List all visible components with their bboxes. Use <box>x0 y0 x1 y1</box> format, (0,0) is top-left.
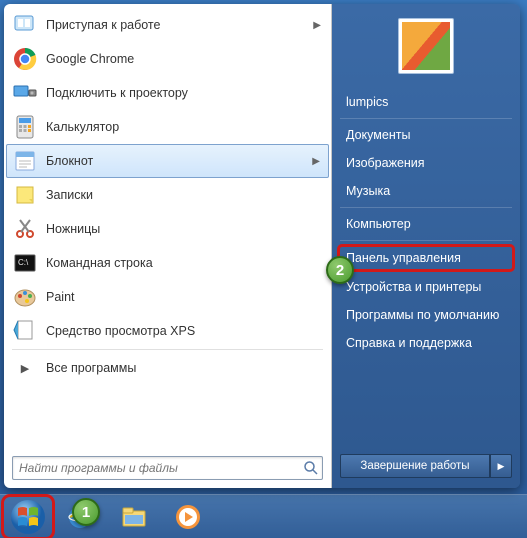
app-label: Записки <box>46 188 93 202</box>
right-item-devices-printers[interactable]: Устройства и принтеры <box>332 273 520 301</box>
submenu-arrow-icon: ▶ <box>312 156 320 167</box>
svg-text:C:\: C:\ <box>18 258 29 267</box>
annotation-badge-1: 1 <box>72 498 100 526</box>
app-notepad[interactable]: Блокнот ▶ <box>6 144 329 178</box>
app-getting-started[interactable]: Приступая к работе ▶ <box>6 8 329 42</box>
separator <box>12 349 323 350</box>
paint-icon <box>12 284 38 310</box>
app-connect-projector[interactable]: Подключить к проектору <box>6 76 329 110</box>
app-label: Google Chrome <box>46 52 134 66</box>
app-label: Подключить к проектору <box>46 86 188 100</box>
shutdown-options-button[interactable]: ▶ <box>490 454 512 478</box>
all-programs-label: Все программы <box>46 361 136 375</box>
right-item-music[interactable]: Музыка <box>332 177 520 205</box>
app-label: Приступая к работе <box>46 18 160 32</box>
search-icon <box>303 460 319 476</box>
taskbar-item-media-player[interactable] <box>162 499 214 535</box>
shutdown-area: Завершение работы ▶ <box>340 454 512 478</box>
submenu-arrow-icon: ▶ <box>313 20 321 31</box>
right-item-user[interactable]: lumpics <box>332 88 520 116</box>
cmd-icon: C:\ <box>12 250 38 276</box>
media-player-icon <box>173 502 203 532</box>
app-label: Paint <box>46 290 75 304</box>
taskbar-item-explorer[interactable] <box>108 499 160 535</box>
apps-list: Приступая к работе ▶ Google Chrome Подкл… <box>4 4 331 450</box>
xps-icon <box>12 318 38 344</box>
right-item-pictures[interactable]: Изображения <box>332 149 520 177</box>
app-sticky-notes[interactable]: Записки <box>6 178 329 212</box>
separator <box>340 118 512 119</box>
separator <box>340 207 512 208</box>
user-avatar[interactable] <box>398 18 454 74</box>
app-command-prompt[interactable]: C:\ Командная строка <box>6 246 329 280</box>
app-paint[interactable]: Paint <box>6 280 329 314</box>
shutdown-button[interactable]: Завершение работы <box>340 454 490 478</box>
right-item-computer[interactable]: Компьютер <box>332 210 520 238</box>
app-calculator[interactable]: Калькулятор <box>6 110 329 144</box>
start-button[interactable] <box>4 497 52 537</box>
annotation-badge-2: 2 <box>326 256 354 284</box>
right-item-control-panel[interactable]: Панель управления <box>338 245 514 271</box>
start-menu-left-panel: Приступая к работе ▶ Google Chrome Подкл… <box>4 4 332 488</box>
windows-orb-icon <box>10 499 46 535</box>
app-snipping-tool[interactable]: Ножницы <box>6 212 329 246</box>
folder-icon <box>119 502 149 532</box>
app-label: Средство просмотра XPS <box>46 324 195 338</box>
right-item-default-programs[interactable]: Программы по умолчанию <box>332 301 520 329</box>
app-google-chrome[interactable]: Google Chrome <box>6 42 329 76</box>
search-input[interactable] <box>12 456 323 480</box>
getting-started-icon <box>12 12 38 38</box>
all-programs-arrow-icon: ▶ <box>12 355 38 381</box>
sticky-notes-icon <box>12 182 38 208</box>
app-xps-viewer[interactable]: Средство просмотра XPS <box>6 314 329 348</box>
app-label: Блокнот <box>46 154 93 168</box>
start-menu-right-panel: lumpics Документы Изображения Музыка Ком… <box>332 4 520 488</box>
app-label: Командная строка <box>46 256 153 270</box>
scissors-icon <box>12 216 38 242</box>
notepad-icon <box>12 148 38 174</box>
calculator-icon <box>12 114 38 140</box>
app-label: Калькулятор <box>46 120 119 134</box>
chrome-icon <box>12 46 38 72</box>
all-programs[interactable]: ▶ Все программы <box>6 351 329 385</box>
separator <box>340 240 512 241</box>
app-label: Ножницы <box>46 222 100 236</box>
right-item-help-support[interactable]: Справка и поддержка <box>332 329 520 357</box>
search-box <box>12 456 323 480</box>
start-menu: Приступая к работе ▶ Google Chrome Подкл… <box>4 4 520 488</box>
right-item-documents[interactable]: Документы <box>332 121 520 149</box>
projector-icon <box>12 80 38 106</box>
